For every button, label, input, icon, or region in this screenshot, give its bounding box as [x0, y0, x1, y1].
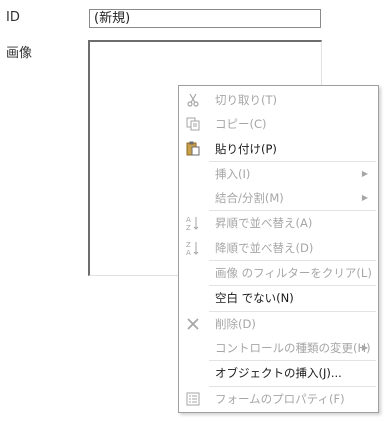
submenu-arrow-icon: ▶: [361, 168, 368, 178]
menu-label-change-control-type: コントロールの種類の変更(H): [215, 340, 371, 355]
menu-label-form-properties: フォームのプロパティ(F): [215, 391, 345, 406]
delete-x-icon: [185, 316, 201, 332]
menu-item-delete[interactable]: 削除(D): [179, 312, 378, 336]
menu-label-sort-descending: 降順で並べ替え(D): [215, 240, 314, 255]
menu-label-sort-ascending: 昇順で並べ替え(A): [215, 216, 313, 231]
menu-label-insert: 挿入(I): [215, 166, 251, 181]
menu-item-sort-ascending[interactable]: A Z 昇順で並べ替え(A): [179, 211, 378, 235]
menu-item-paste[interactable]: 貼り付け(P): [179, 137, 378, 161]
copy-icon: [185, 116, 201, 132]
menu-label-clear-filter: 画像 のフィルターをクリア(L): [215, 266, 372, 281]
menu-item-clear-filter[interactable]: 画像 のフィルターをクリア(L): [179, 261, 378, 285]
menu-item-insert-object[interactable]: オブジェクトの挿入(J)...: [179, 361, 378, 385]
menu-label-paste: 貼り付け(P): [215, 141, 277, 156]
svg-text:A: A: [186, 216, 191, 224]
menu-label-cut: 切り取り(T): [215, 93, 277, 107]
menu-item-change-control-type[interactable]: コントロールの種類の変更(H) ▶: [179, 336, 378, 360]
menu-item-sort-descending[interactable]: Z A 降順で並べ替え(D): [179, 236, 378, 260]
id-field[interactable]: (新規): [89, 9, 321, 28]
svg-text:A: A: [186, 249, 191, 256]
menu-item-merge-split[interactable]: 結合/分割(M) ▶: [179, 186, 378, 210]
scissors-icon: [185, 92, 201, 108]
sort-descending-icon: Z A: [185, 240, 201, 256]
menu-item-insert[interactable]: 挿入(I) ▶: [179, 162, 378, 186]
id-label: ID: [6, 10, 20, 25]
menu-item-cut[interactable]: 切り取り(T): [179, 88, 378, 112]
svg-text:Z: Z: [186, 224, 191, 231]
sort-ascending-icon: A Z: [185, 215, 201, 231]
svg-text:Z: Z: [186, 241, 191, 249]
menu-item-copy[interactable]: コピー(C): [179, 112, 378, 136]
context-menu: 切り取り(T) コピー(C) 貼り付け(P) 挿入(I) ▶ 結合/分割(M) …: [178, 85, 379, 413]
menu-item-not-blank[interactable]: 空白 でない(N): [179, 286, 378, 310]
image-label: 画像: [6, 46, 33, 61]
menu-label-delete: 削除(D): [215, 316, 256, 331]
menu-label-merge-split: 結合/分割(M): [215, 191, 284, 206]
submenu-arrow-icon: ▶: [361, 193, 368, 203]
submenu-arrow-icon: ▶: [361, 342, 368, 352]
menu-item-form-properties[interactable]: フォームのプロパティ(F): [179, 387, 378, 411]
properties-icon: [185, 391, 201, 407]
menu-label-insert-object: オブジェクトの挿入(J)...: [215, 366, 342, 381]
menu-label-not-blank: 空白 でない(N): [215, 291, 294, 306]
menu-label-copy: コピー(C): [215, 117, 267, 132]
paste-icon: [185, 141, 201, 157]
